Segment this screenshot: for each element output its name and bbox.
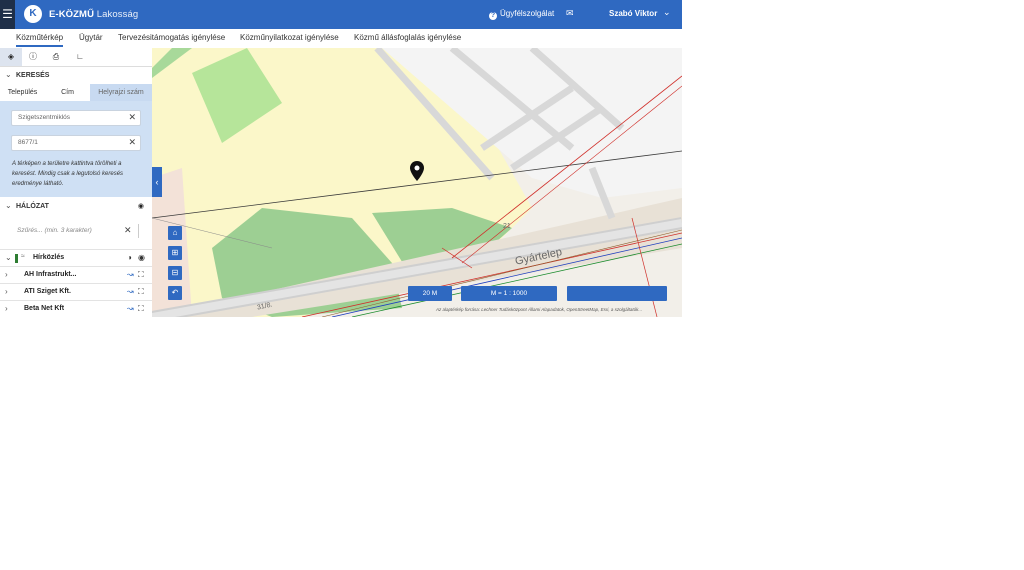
coordinate-box bbox=[567, 286, 667, 301]
network-item-row[interactable]: › Beta Net Kft ↝ ⛶ bbox=[0, 300, 152, 317]
tab-helyrajzi-szam[interactable]: Helyrajzi szám bbox=[90, 84, 152, 101]
map-canvas[interactable]: Gyártelep 31/8. 21 ⌂ ⊞ ⊟ ↶ 20 M M = 1 : … bbox=[152, 48, 682, 317]
settlement-value: Szigetszentmiklós bbox=[18, 114, 71, 121]
close-icon[interactable]: ✕ bbox=[124, 225, 132, 236]
layers-icon[interactable]: ◈ bbox=[0, 48, 22, 66]
help-link[interactable]: ? Ügyfélszolgálat bbox=[489, 9, 554, 20]
tab-kozmuterkep[interactable]: Közműtérkép bbox=[16, 33, 64, 47]
location-pin-icon bbox=[410, 161, 424, 181]
brand-sub: Lakosság bbox=[96, 9, 139, 20]
contrast-icon[interactable]: ◑ bbox=[127, 253, 132, 262]
top-bar: ☰ K E-KÖZMŰ Lakosság ? Ügyfélszolgálat ✉ … bbox=[0, 0, 682, 29]
parcel-number: 21 bbox=[503, 223, 511, 230]
color-swatch bbox=[15, 254, 18, 263]
map-attribution: Az alaptérkép forrása: Lechner Tudásközp… bbox=[436, 307, 643, 312]
parcel-value: 8677/1 bbox=[18, 139, 38, 146]
chevron-right-icon[interactable]: › bbox=[5, 270, 8, 279]
chevron-down-icon[interactable]: ⌄ bbox=[663, 7, 671, 18]
zoom-out-button[interactable]: ⊟ bbox=[168, 266, 182, 280]
tab-telepules[interactable]: Település bbox=[0, 84, 45, 101]
filter-placeholder: Szűrés... (min. 3 karakter) bbox=[17, 227, 92, 234]
main-tabs: Közműtérkép Ügytár Tervezésitámogatás ig… bbox=[0, 29, 682, 49]
scale-bar: 20 M bbox=[408, 286, 452, 301]
search-hint: A térképen a területre kattintva törölhe… bbox=[12, 161, 124, 187]
chevron-down-icon: ⌄ bbox=[5, 70, 12, 79]
tab-kozmunyilatkozat[interactable]: Közműnyilatkozat igénylése bbox=[240, 33, 339, 42]
chevron-down-icon[interactable]: ⌄ bbox=[5, 253, 12, 262]
chevron-right-icon[interactable]: › bbox=[5, 287, 8, 296]
expand-icon[interactable]: ⛶ bbox=[138, 287, 144, 297]
item-label: AH Infrastrukt... bbox=[24, 271, 77, 278]
help-label: Ügyfélszolgálat bbox=[500, 9, 555, 18]
chevron-down-icon: ⌄ bbox=[5, 201, 12, 210]
expand-icon[interactable]: ⛶ bbox=[138, 304, 144, 314]
tab-ugytar[interactable]: Ügytár bbox=[79, 33, 103, 42]
eye-icon[interactable]: ◉ bbox=[138, 253, 145, 262]
zoom-in-button[interactable]: ⊞ bbox=[168, 246, 182, 260]
eye-icon[interactable]: ◉ bbox=[138, 202, 144, 210]
home-button[interactable]: ⌂ bbox=[168, 226, 182, 240]
search-section-header[interactable]: ⌄ KERESÉS bbox=[0, 67, 152, 85]
print-icon[interactable]: ⎙ bbox=[45, 48, 67, 66]
close-icon[interactable]: ✕ bbox=[128, 112, 136, 123]
network-filter-input[interactable]: Szűrés... (min. 3 karakter) ✕ bbox=[11, 222, 139, 240]
help-icon: ? bbox=[489, 12, 497, 20]
network-group-row[interactable]: ⌄ ≈ Hírközlés ◑ ◉ bbox=[0, 249, 152, 267]
wifi-icon: ≈ bbox=[21, 253, 25, 260]
sidebar-collapse-button[interactable]: ‹ bbox=[152, 167, 162, 197]
undo-button[interactable]: ↶ bbox=[168, 286, 182, 300]
search-title: KERESÉS bbox=[16, 72, 50, 79]
info-icon[interactable]: ⓘ bbox=[22, 48, 44, 66]
search-tabs: Település Cím Helyrajzi szám bbox=[0, 84, 152, 101]
sidebar-toolbar: ◈ ⓘ ⎙ ∟ bbox=[0, 48, 152, 67]
chevron-right-icon[interactable]: › bbox=[5, 304, 8, 313]
route-icon[interactable]: ↝ bbox=[127, 287, 134, 296]
tab-allasfoglalas[interactable]: Közmű állásfoglalás igénylése bbox=[354, 33, 461, 42]
route-icon[interactable]: ↝ bbox=[127, 304, 134, 313]
brand-main: E-KÖZMŰ bbox=[49, 9, 95, 20]
close-icon[interactable]: ✕ bbox=[128, 137, 136, 148]
tab-cim[interactable]: Cím bbox=[45, 84, 90, 101]
network-item-row[interactable]: › AH Infrastrukt... ↝ ⛶ bbox=[0, 266, 152, 284]
map-graphics bbox=[152, 48, 682, 317]
mail-icon[interactable]: ✉ bbox=[566, 8, 574, 19]
item-label: ATI Sziget Kft. bbox=[24, 288, 71, 295]
network-item-row[interactable]: › ATI Sziget Kft. ↝ ⛶ bbox=[0, 283, 152, 301]
measure-icon[interactable]: ∟ bbox=[69, 48, 91, 66]
expand-icon[interactable]: ⛶ bbox=[138, 270, 144, 280]
sidebar: ◈ ⓘ ⎙ ∟ ⌄ KERESÉS Település Cím Helyrajz… bbox=[0, 48, 152, 317]
hamburger-icon[interactable]: ☰ bbox=[0, 0, 15, 29]
tab-tervezesi[interactable]: Tervezésitámogatás igénylése bbox=[118, 33, 225, 42]
item-label: Beta Net Kft bbox=[24, 305, 65, 312]
settlement-input[interactable]: Szigetszentmiklós ✕ bbox=[11, 110, 141, 126]
network-title: HÁLÓZAT bbox=[16, 203, 49, 210]
parcel-input[interactable]: 8677/1 ✕ bbox=[11, 135, 141, 151]
user-menu[interactable]: Szabó Viktor bbox=[609, 9, 657, 18]
app-window: ☰ K E-KÖZMŰ Lakosság ? Ügyfélszolgálat ✉ … bbox=[0, 0, 682, 317]
route-icon[interactable]: ↝ bbox=[127, 270, 134, 279]
group-label: Hírközlés bbox=[33, 254, 65, 261]
search-panel: Szigetszentmiklós ✕ 8677/1 ✕ A térképen … bbox=[0, 101, 152, 197]
brand-title: E-KÖZMŰ Lakosság bbox=[49, 9, 138, 20]
logo: K bbox=[24, 5, 42, 23]
divider bbox=[138, 224, 139, 238]
scale-ratio[interactable]: M = 1 : 1000 bbox=[461, 286, 557, 301]
network-filter: Szűrés... (min. 3 karakter) ✕ bbox=[0, 215, 152, 249]
network-section-header[interactable]: ⌄ HÁLÓZAT ◉ bbox=[0, 198, 152, 216]
